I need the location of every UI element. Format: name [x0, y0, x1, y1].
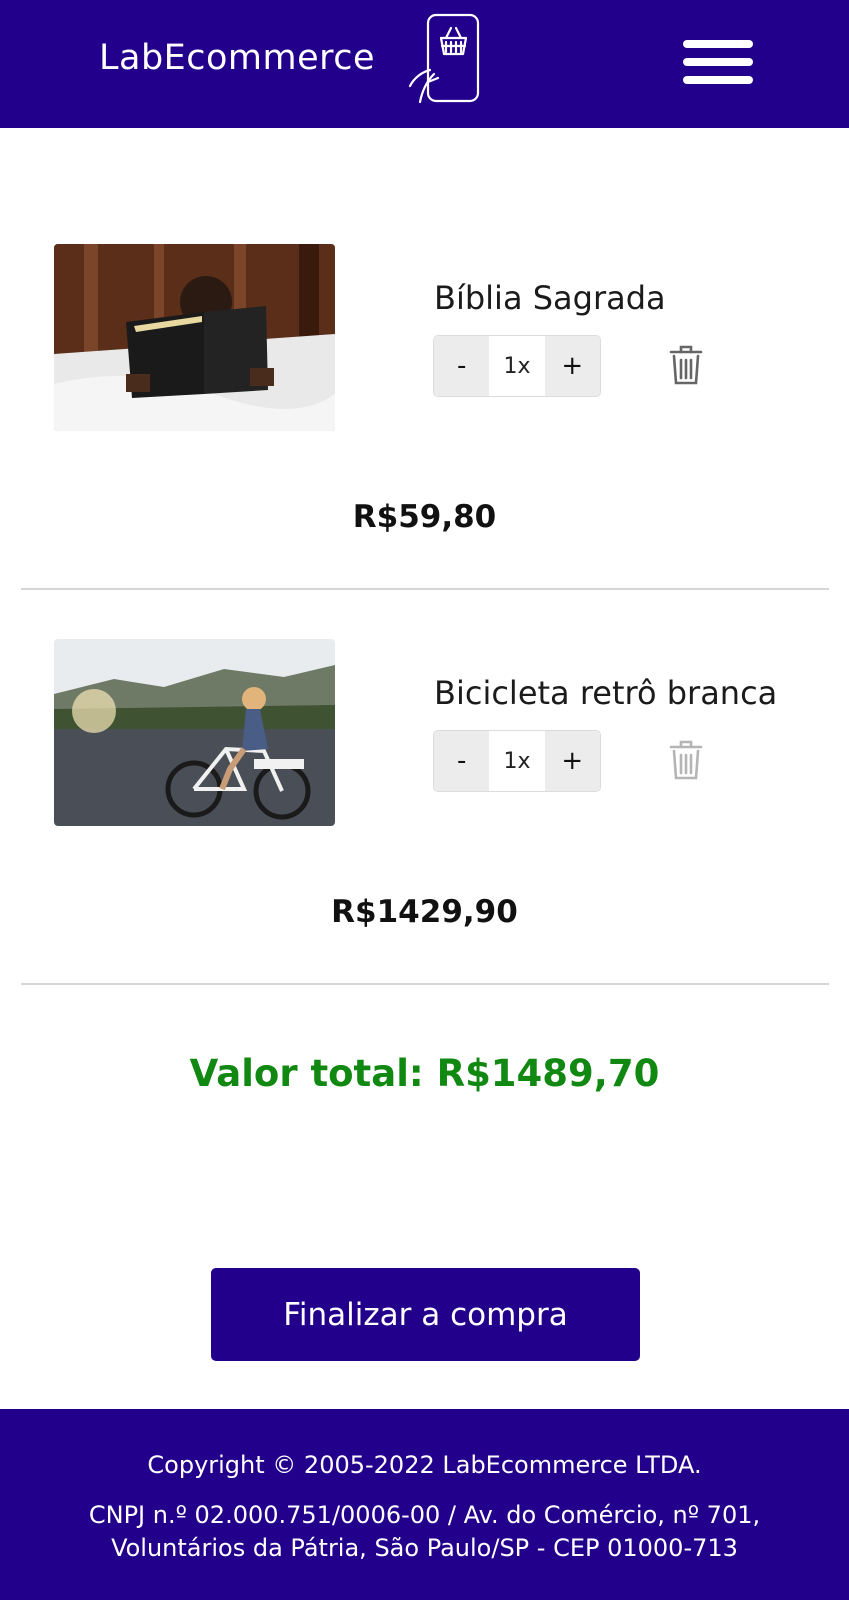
- quantity-stepper: - 1x +: [433, 730, 601, 792]
- product-image: [54, 639, 335, 826]
- site-header: LabEcommerce: [0, 0, 849, 128]
- decrement-button[interactable]: -: [434, 731, 490, 791]
- cart-item: Bíblia Sagrada - 1x + R$59,80: [0, 244, 849, 634]
- cart-total: Valor total: R$1489,70: [189, 1052, 660, 1095]
- product-image: [54, 244, 335, 431]
- quantity-value: 1x: [489, 336, 545, 396]
- trash-icon[interactable]: [669, 739, 703, 781]
- footer-address: CNPJ n.º 02.000.751/0006-00 / Av. do Com…: [88, 1501, 761, 1562]
- cart-item: Bicicleta retrô branca - 1x + R$1429,90: [0, 639, 849, 1029]
- product-name: Bicicleta retrô branca: [434, 674, 778, 712]
- phone-basket-icon: [408, 13, 480, 104]
- quantity-stepper: - 1x +: [433, 335, 601, 397]
- checkout-button[interactable]: Finalizar a compra: [211, 1268, 640, 1361]
- trash-icon[interactable]: [669, 344, 703, 386]
- hamburger-menu-icon[interactable]: [680, 36, 756, 88]
- site-footer: Copyright © 2005-2022 LabEcommerce LTDA.…: [0, 1409, 849, 1600]
- increment-button[interactable]: +: [544, 336, 600, 396]
- divider: [21, 983, 829, 985]
- divider: [21, 588, 829, 590]
- logo-text[interactable]: LabEcommerce: [99, 38, 375, 78]
- quantity-value: 1x: [489, 731, 545, 791]
- decrement-button[interactable]: -: [434, 336, 490, 396]
- product-name: Bíblia Sagrada: [434, 279, 666, 317]
- product-price: R$1429,90: [331, 894, 518, 930]
- increment-button[interactable]: +: [544, 731, 600, 791]
- footer-copyright: Copyright © 2005-2022 LabEcommerce LTDA.: [147, 1451, 702, 1479]
- product-price: R$59,80: [352, 499, 497, 535]
